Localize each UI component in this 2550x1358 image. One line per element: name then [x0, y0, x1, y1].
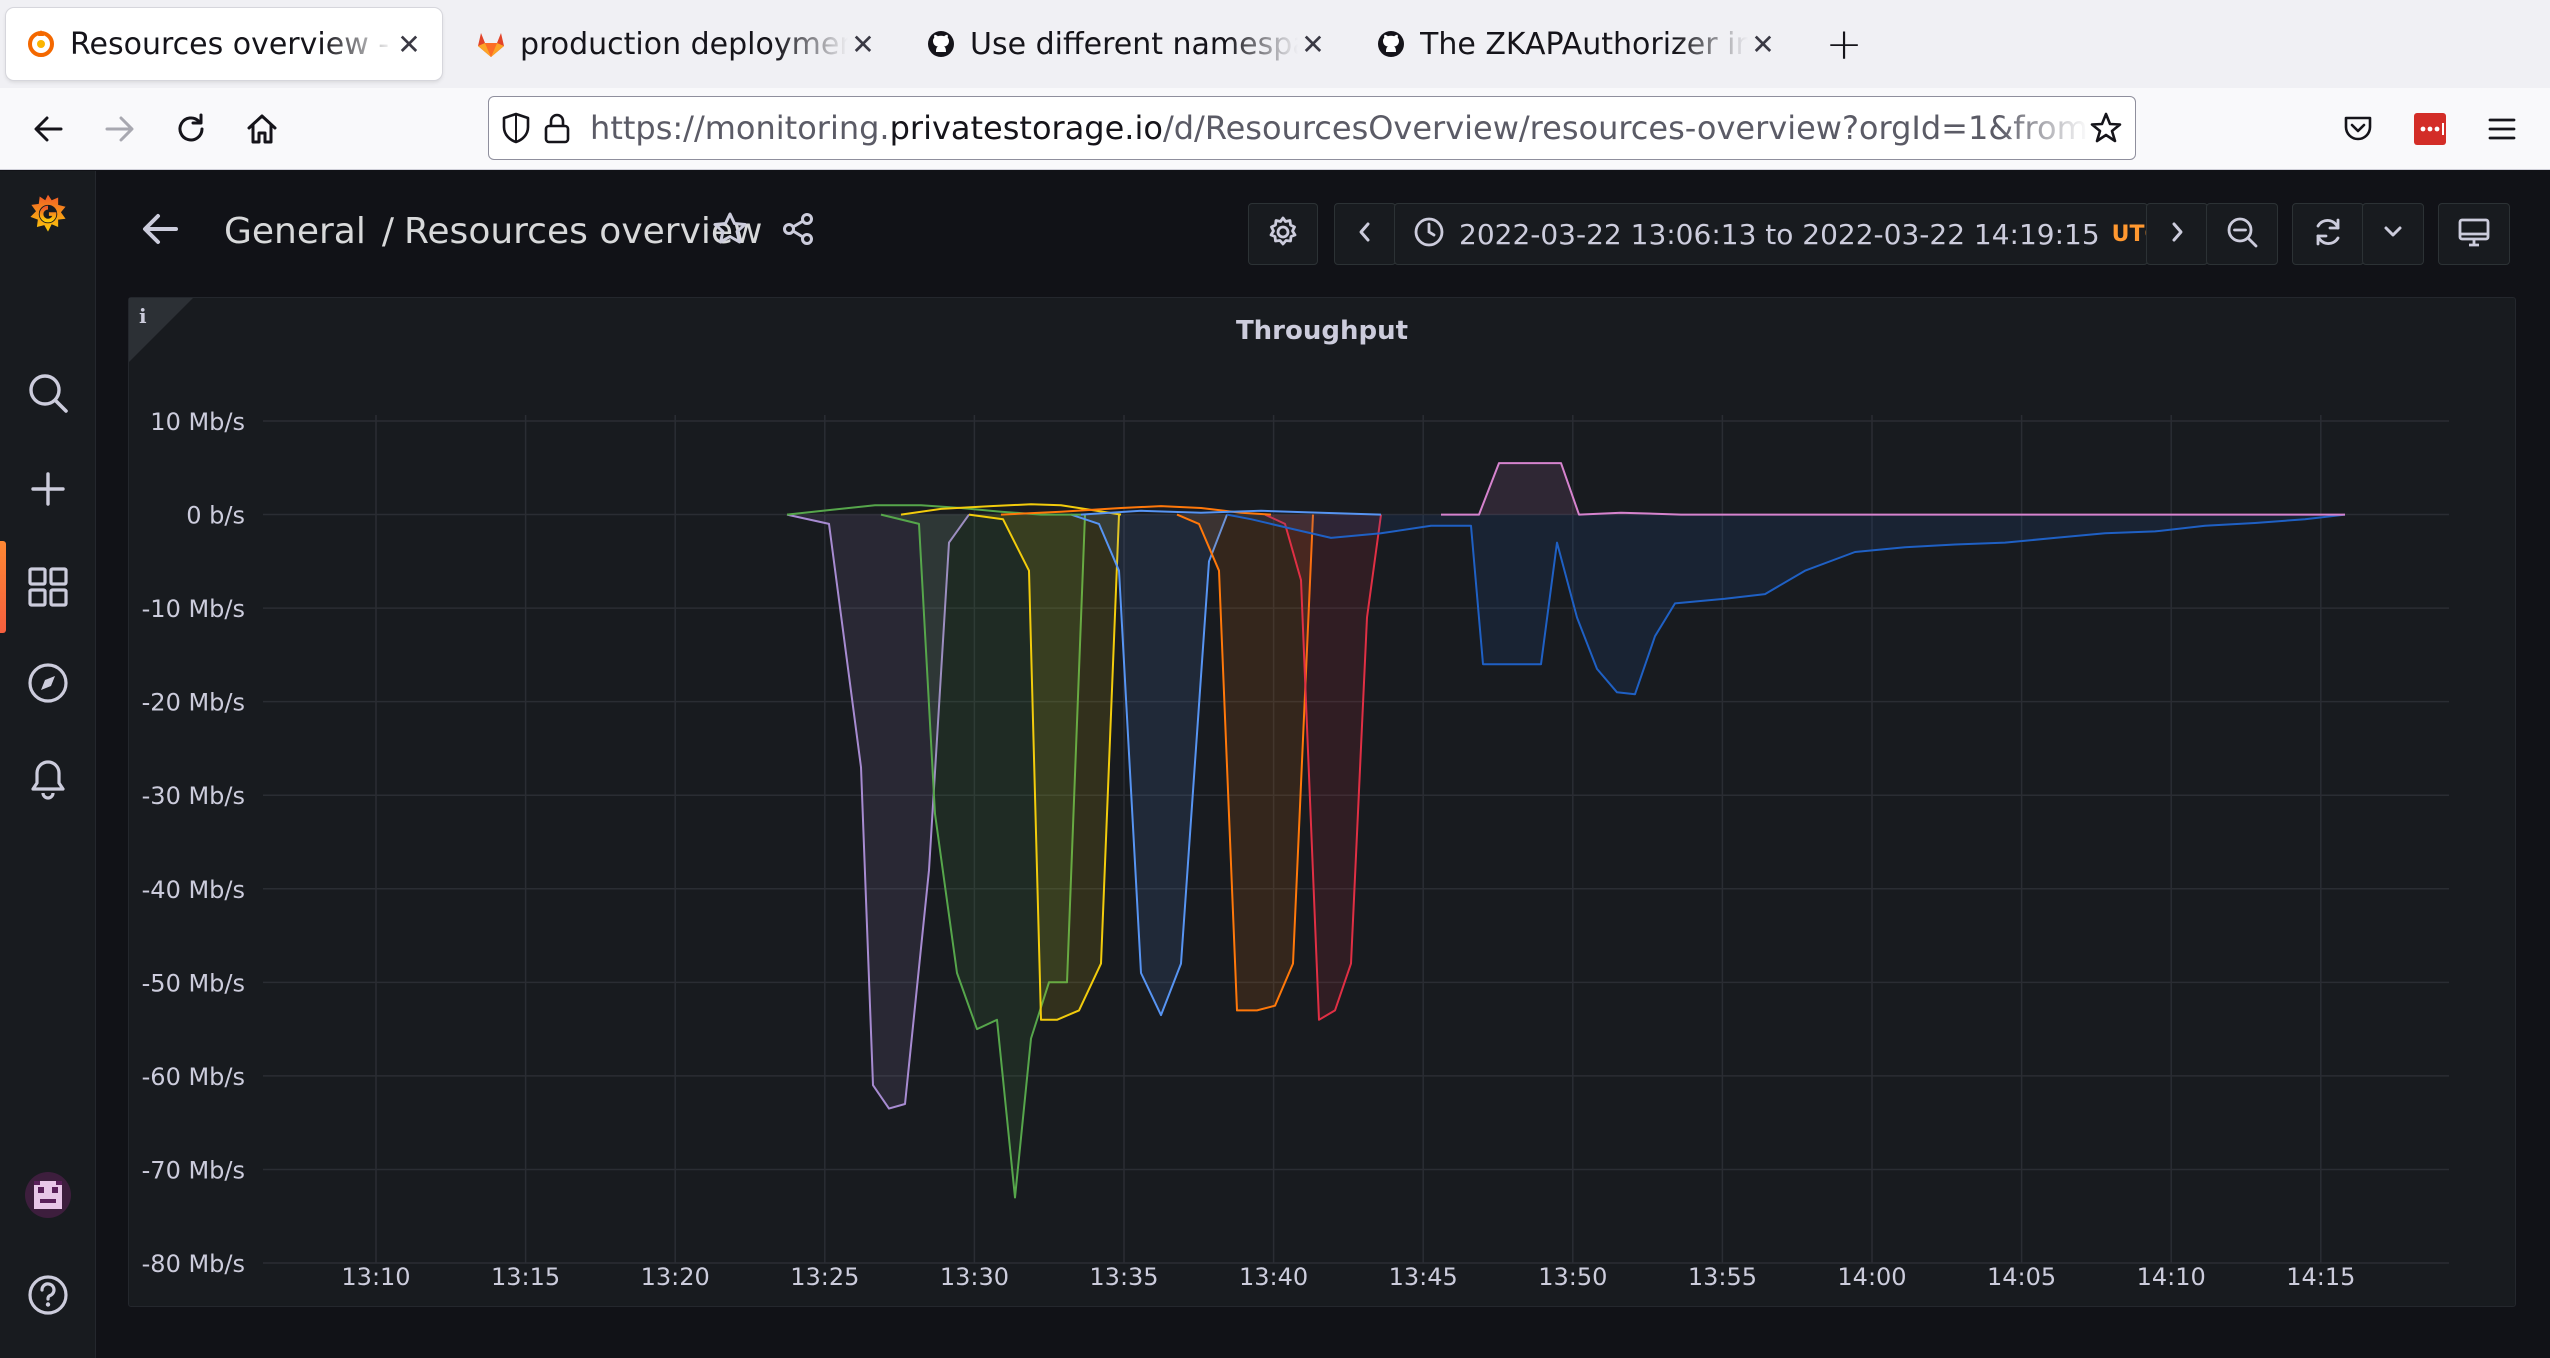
dashboard-toolbar: General / Resources overview 2022-03-22 13… — [96, 171, 2550, 297]
series-line-pink — [1441, 462, 2345, 516]
star-icon[interactable] — [710, 209, 750, 249]
alerting-bell-icon[interactable] — [24, 755, 72, 803]
url-bar[interactable]: https://monitoring.privatestorage.io/d/R… — [488, 96, 2136, 160]
share-icon[interactable] — [778, 209, 818, 249]
github-icon — [1376, 29, 1406, 59]
time-shift-back-button[interactable] — [1334, 203, 1396, 265]
browser-tab-strip: Resources overview - ✕ production deploy… — [0, 0, 2550, 88]
throughput-panel[interactable]: i Throughput 10 Mb/s 0 b/s -10 Mb/s -20 Mb/… — [128, 297, 2516, 1307]
reload-icon[interactable] — [163, 101, 219, 157]
grafana-sidebar — [0, 171, 96, 1358]
throughput-chart[interactable]: 10 Mb/s 0 b/s -10 Mb/s -20 Mb/s -30 Mb/s -40 … — [129, 298, 2517, 1308]
close-tab-icon[interactable]: ✕ — [394, 28, 424, 61]
refresh-icon — [2311, 215, 2345, 253]
series-area-darkblue — [1227, 514, 2345, 695]
x-tick-label: 14:10 — [2137, 1263, 2206, 1291]
active-nav-indicator — [0, 541, 6, 633]
browser-tab-resources-overview[interactable]: Resources overview - ✕ — [6, 8, 442, 80]
y-tick-label: -40 Mb/s — [142, 876, 245, 904]
x-tick-label: 13:30 — [940, 1263, 1009, 1291]
x-tick-label: 14:15 — [2286, 1263, 2355, 1291]
y-tick-label: -60 Mb/s — [142, 1063, 245, 1091]
x-tick-label: 13:35 — [1089, 1263, 1158, 1291]
chevron-right-icon — [2167, 220, 2187, 248]
explore-compass-icon[interactable] — [24, 659, 72, 707]
grafana-icon — [26, 29, 56, 59]
user-avatar[interactable] — [24, 1171, 72, 1219]
y-tick-label: -10 Mb/s — [142, 595, 245, 623]
zoom-out-icon — [2225, 215, 2259, 253]
chevron-down-icon — [2382, 222, 2404, 246]
x-tick-label: 13:40 — [1239, 1263, 1308, 1291]
password-manager-extension-icon[interactable] — [2402, 101, 2458, 157]
dashboard-settings-button[interactable] — [1248, 203, 1318, 265]
x-tick-label: 13:15 — [491, 1263, 560, 1291]
y-tick-label: -50 Mb/s — [142, 969, 245, 997]
gitlab-icon — [476, 29, 506, 59]
grafana-logo-icon[interactable] — [24, 191, 72, 239]
plus-icon[interactable] — [24, 465, 72, 513]
back-arrow-icon[interactable] — [136, 205, 184, 253]
zoom-out-button[interactable] — [2206, 203, 2278, 265]
y-tick-label: -30 Mb/s — [142, 782, 245, 810]
tv-mode-button[interactable] — [2438, 203, 2510, 265]
refresh-button[interactable] — [2292, 203, 2364, 265]
github-icon — [926, 29, 956, 59]
time-range-picker[interactable]: 2022-03-22 13:06:13 to 2022-03-22 14:19:… — [1394, 203, 2197, 265]
y-tick-label: -70 Mb/s — [142, 1156, 245, 1184]
breadcrumb: General / Resources overview — [224, 211, 763, 252]
refresh-interval-dropdown[interactable] — [2362, 203, 2424, 265]
hamburger-menu-icon[interactable] — [2474, 101, 2530, 157]
chevron-left-icon — [1355, 220, 1375, 248]
x-tick-label: 13:45 — [1389, 1263, 1458, 1291]
forward-arrow-icon[interactable] — [92, 101, 148, 157]
x-tick-label: 13:20 — [641, 1263, 710, 1291]
search-icon[interactable] — [24, 369, 72, 417]
help-icon[interactable] — [24, 1271, 72, 1319]
pocket-icon[interactable] — [2330, 101, 2386, 157]
x-tick-label: 14:00 — [1837, 1263, 1906, 1291]
tab-title: production deployment — [520, 26, 848, 62]
browser-nav-bar: https://monitoring.privatestorage.io/d/R… — [0, 88, 2550, 170]
y-tick-label: 0 b/s — [186, 502, 245, 530]
breadcrumb-folder[interactable]: General — [224, 211, 366, 252]
clock-icon — [1413, 216, 1445, 252]
time-range-text: 2022-03-22 13:06:13 to 2022-03-22 14:19:… — [1459, 217, 2100, 251]
tab-title: Use different namespace — [970, 26, 1298, 62]
y-tick-label: -20 Mb/s — [142, 689, 245, 717]
browser-tab-production-deployment[interactable]: production deployment ✕ — [456, 8, 896, 80]
home-icon[interactable] — [234, 101, 290, 157]
tab-title: The ZKAPAuthorizer in — [1420, 26, 1748, 62]
gear-icon — [1266, 215, 1300, 253]
x-tick-label: 13:25 — [790, 1263, 859, 1291]
page-title[interactable]: Resources overview — [404, 211, 762, 252]
tracking-shield-icon[interactable] — [499, 108, 533, 148]
bookmark-star-icon[interactable] — [2089, 108, 2123, 148]
x-tick-label: 13:10 — [341, 1263, 410, 1291]
time-shift-forward-button[interactable] — [2146, 203, 2208, 265]
y-tick-label: 10 Mb/s — [150, 408, 245, 436]
browser-tab-zkapauthorizer[interactable]: The ZKAPAuthorizer in ✕ — [1356, 8, 1796, 80]
back-arrow-icon[interactable] — [20, 101, 76, 157]
y-tick-label: -80 Mb/s — [142, 1250, 245, 1278]
close-tab-icon[interactable]: ✕ — [1298, 28, 1328, 61]
monitor-icon — [2457, 215, 2491, 253]
close-tab-icon[interactable]: ✕ — [1748, 28, 1778, 61]
x-tick-label: 13:55 — [1688, 1263, 1757, 1291]
x-tick-label: 13:50 — [1538, 1263, 1607, 1291]
lock-icon[interactable] — [541, 108, 575, 148]
new-tab-button[interactable]: + — [1820, 19, 1868, 70]
tab-title: Resources overview - — [70, 26, 390, 62]
close-tab-icon[interactable]: ✕ — [848, 28, 878, 61]
url-text[interactable]: https://monitoring.privatestorage.io/d/R… — [590, 109, 2089, 147]
x-tick-label: 14:05 — [1987, 1263, 2056, 1291]
browser-tab-use-different-namespace[interactable]: Use different namespace ✕ — [906, 8, 1346, 80]
dashboards-icon[interactable] — [24, 563, 72, 611]
